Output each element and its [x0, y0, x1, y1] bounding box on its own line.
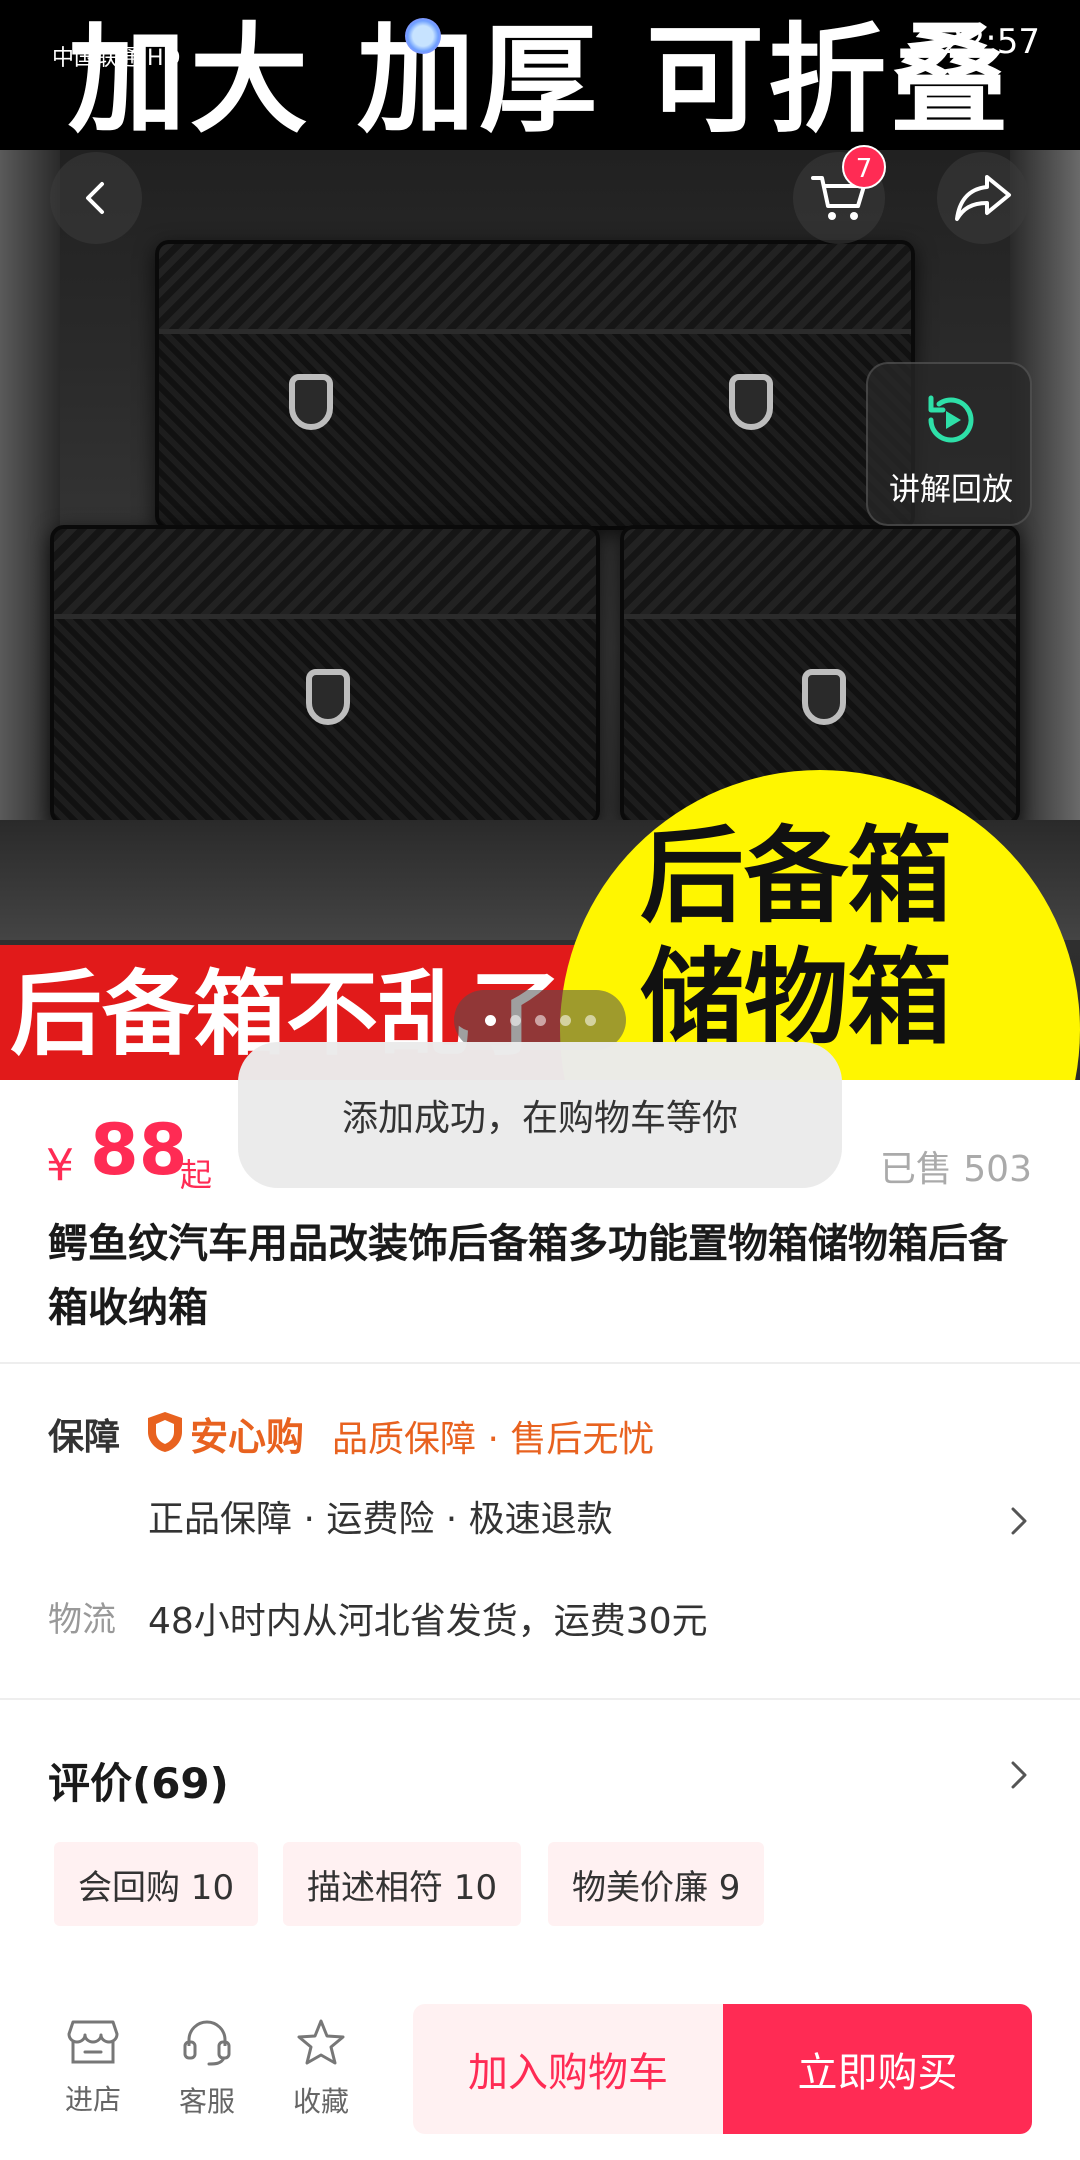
yellow-promo-line1: 后备箱	[640, 815, 953, 937]
product-title: 鳄鱼纹汽车用品改装饰后备箱多功能置物箱储物箱后备箱收纳箱	[48, 1221, 1008, 1331]
back-button[interactable]	[50, 152, 142, 244]
carousel-indicator	[454, 990, 626, 1050]
replay-label: 讲解回放	[889, 472, 1013, 508]
app-notification-icon	[405, 18, 441, 54]
product-image-carousel[interactable]: 加大 加厚 可折叠 后备箱不乱了 后备箱 储物箱	[0, 0, 1080, 1080]
carousel-dot	[484, 1014, 496, 1026]
replay-icon	[928, 395, 974, 443]
guarantee-brand-subtitle: 品质保障 · 售后无忧	[332, 1419, 655, 1460]
chevron-right-icon	[1011, 1761, 1027, 1789]
favorite-label: 收藏	[292, 2085, 349, 2118]
review-tag[interactable]: 描述相符 10	[283, 1842, 522, 1926]
divider	[0, 1698, 1080, 1700]
customer-service-label: 客服	[178, 2085, 235, 2118]
carousel-dot	[534, 1014, 546, 1026]
price-value: 88	[90, 1109, 188, 1191]
share-button[interactable]	[937, 152, 1029, 244]
storage-box-bottom-left	[50, 525, 600, 825]
status-bar: 中国联通 HD 22:57	[0, 0, 1080, 71]
yellow-promo-line2: 储物箱	[640, 937, 953, 1059]
guarantee-label: 保障	[48, 1417, 121, 1458]
carrier-label: 中国联通 HD	[52, 46, 181, 71]
guarantee-brand: 安心购	[190, 1415, 305, 1459]
star-icon	[297, 2019, 345, 2065]
cart-count-badge: 7	[842, 145, 886, 189]
sold-count: 已售 503	[879, 1149, 1032, 1190]
headset-icon	[183, 2020, 231, 2066]
store-icon	[67, 2020, 119, 2064]
carousel-dot	[584, 1014, 596, 1026]
chevron-right-icon	[1011, 1507, 1027, 1535]
live-replay-button[interactable]: 讲解回放	[866, 362, 1032, 526]
add-to-cart-button[interactable]: 加入购物车	[413, 2004, 723, 2134]
chevron-left-icon	[86, 182, 104, 214]
carousel-dot	[559, 1014, 571, 1026]
favorite-button[interactable]: 收藏	[276, 2018, 366, 2120]
shield-icon	[148, 1412, 182, 1452]
carousel-dot	[509, 1014, 521, 1026]
customer-service-button[interactable]: 客服	[162, 2018, 252, 2120]
reviews-title: 评价(69)	[48, 1759, 229, 1808]
currency-symbol: ¥	[46, 1140, 74, 1191]
clock: 22:57	[942, 22, 1040, 62]
storage-box-top	[155, 240, 915, 530]
guarantee-features: 正品保障 · 运费险 · 极速退款	[148, 1499, 613, 1540]
store-button[interactable]: 进店	[48, 2018, 138, 2118]
share-icon	[955, 175, 1011, 221]
shipping-label: 物流	[48, 1600, 116, 1640]
review-tag[interactable]: 物美价廉 9	[548, 1842, 765, 1926]
store-label: 进店	[64, 2083, 121, 2116]
price-suffix: 起	[180, 1156, 213, 1194]
review-tag[interactable]: 会回购 10	[54, 1842, 259, 1926]
divider	[0, 1362, 1080, 1364]
shipping-info: 48小时内从河北省发货，运费30元	[148, 1601, 708, 1642]
buy-now-button[interactable]: 立即购买	[723, 2004, 1032, 2134]
yellow-promo-text: 后备箱 储物箱	[640, 815, 1040, 1059]
toast-message: 添加成功，在购物车等你	[238, 1042, 842, 1188]
